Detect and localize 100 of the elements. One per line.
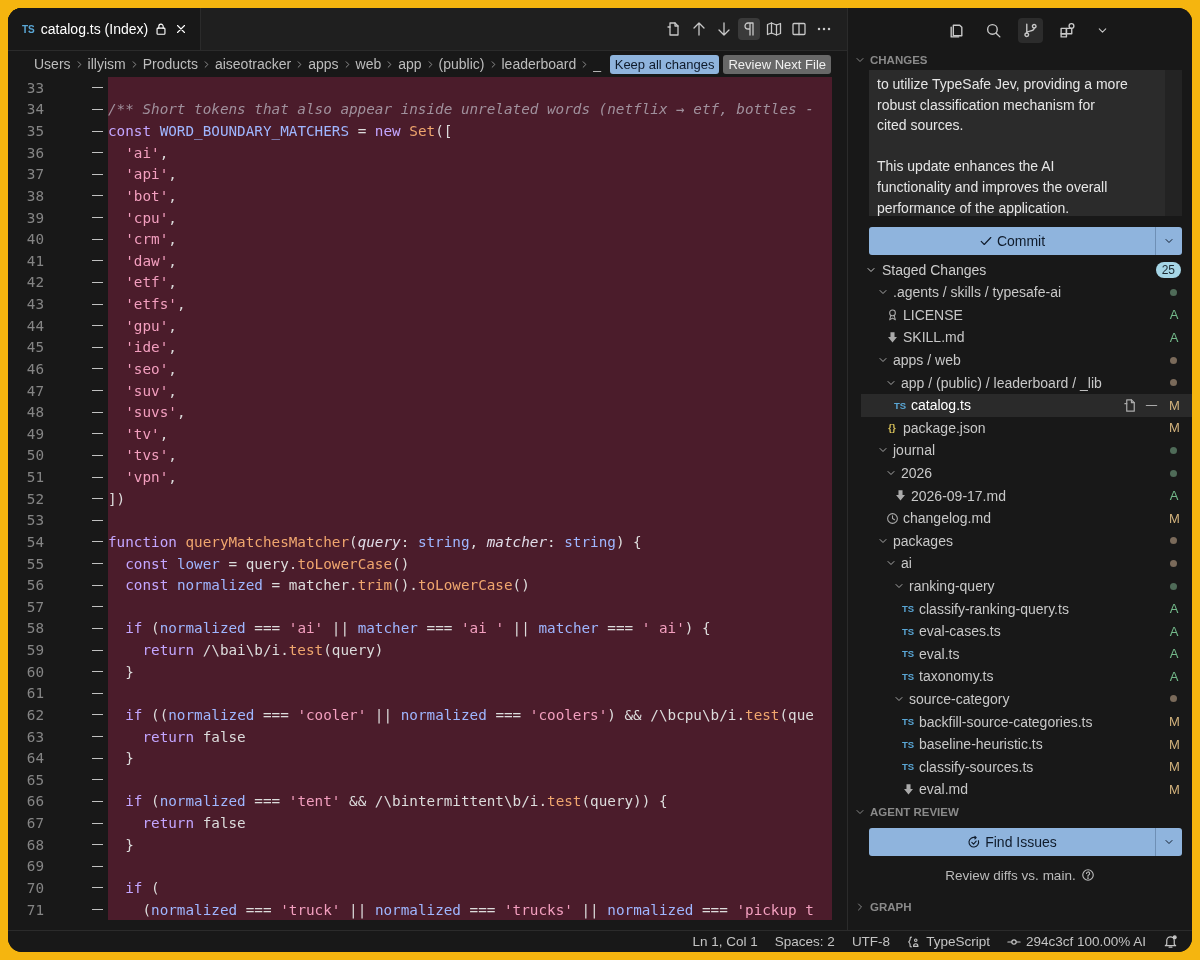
file-name[interactable]: classify-sources.ts	[919, 758, 1034, 775]
pilcrow-icon[interactable]	[738, 18, 760, 40]
line-number: 54	[25, 533, 44, 550]
breadcrumb-item[interactable]: Users	[34, 56, 71, 72]
keep-changes-button[interactable]: Keep all changes	[609, 54, 720, 74]
breadcrumb-item[interactable]: apps	[308, 56, 339, 72]
line-number: 62	[25, 706, 44, 723]
folder-name[interactable]: ranking-query	[909, 578, 995, 594]
editor-tab[interactable]: TS catalog.ts (Index)	[8, 8, 202, 50]
line-number: 59	[25, 642, 44, 659]
line-number: 43	[25, 296, 44, 313]
file-status: A	[1169, 601, 1179, 617]
line-number: 41	[25, 252, 44, 269]
line-number: 53	[25, 512, 44, 529]
language-mode[interactable]: TypeScript	[926, 934, 990, 949]
line-number: 52	[25, 490, 44, 507]
breadcrumb-item[interactable]: web	[355, 56, 382, 72]
typescript-file-icon: TS	[901, 603, 915, 615]
typescript-file-icon: TS	[901, 738, 915, 750]
file-name[interactable]: backfill-source-categories.ts	[919, 713, 1093, 730]
section-header[interactable]: CHANGES	[870, 54, 928, 66]
file-status: A	[1169, 646, 1179, 662]
line-number: 48	[25, 404, 44, 421]
line-number: 56	[25, 577, 44, 594]
typescript-file-icon: TS	[901, 648, 915, 660]
help-icon[interactable]	[1080, 868, 1095, 882]
typescript-file-icon: TS	[901, 625, 915, 637]
file-status: A	[1169, 488, 1179, 504]
line-number: 38	[25, 187, 44, 204]
typescript-file-icon: TS	[901, 761, 915, 773]
breadcrumb-item[interactable]: leaderboard	[501, 56, 577, 72]
indentation-setting[interactable]: Spaces: 2	[774, 934, 835, 949]
file-name[interactable]: package.json	[903, 419, 986, 436]
line-number: 58	[25, 620, 44, 637]
file-status: M	[1169, 420, 1179, 436]
review-next-button[interactable]: Review Next File	[723, 54, 831, 74]
section-header[interactable]: GRAPH	[870, 901, 912, 913]
braces-icon	[907, 934, 922, 949]
clock-icon	[885, 511, 899, 525]
encoding[interactable]: UTF-8	[851, 934, 891, 949]
file-name[interactable]: LICENSE	[903, 306, 963, 323]
commit-button[interactable]: Commit	[869, 227, 1182, 255]
line-number: 37	[25, 166, 44, 183]
breadcrumb-item[interactable]: app	[398, 56, 422, 72]
breadcrumb-item[interactable]: aiseotracker	[214, 56, 292, 72]
file-name[interactable]: catalog.ts	[911, 397, 971, 414]
line-number: 70	[25, 879, 44, 896]
typescript-file-icon: TS	[893, 399, 907, 411]
file-name[interactable]: baseline-heuristic.ts	[919, 736, 1043, 753]
file-status: M	[1169, 397, 1179, 413]
download-arrow-icon	[885, 331, 899, 344]
commit-info[interactable]: 294c3cf 100.00% AI	[1025, 934, 1146, 949]
source-control-icon[interactable]	[1018, 17, 1043, 43]
bell-icon[interactable]	[1163, 934, 1178, 949]
line-number: 42	[25, 274, 44, 291]
line-number: 50	[25, 447, 44, 464]
find-issues-button[interactable]: Find Issues	[869, 828, 1182, 856]
file-status: A	[1169, 307, 1179, 323]
folder-name[interactable]: source-category	[909, 691, 1010, 707]
file-name[interactable]: eval.md	[919, 781, 969, 798]
folder-name[interactable]: packages	[893, 532, 953, 549]
line-number: 47	[25, 382, 44, 399]
file-name[interactable]: eval-cases.ts	[919, 623, 1001, 640]
review-hint: Review diffs vs. main.	[945, 867, 1076, 883]
count-badge: 25	[1155, 262, 1181, 278]
group-label[interactable]: Staged Changes	[882, 262, 987, 278]
file-name[interactable]: changelog.md	[903, 510, 991, 527]
download-arrow-icon	[901, 782, 915, 796]
line-number: 40	[25, 231, 44, 248]
folder-name[interactable]: app / (public) / leaderboard / _lib	[901, 374, 1102, 391]
breadcrumb-item[interactable]: Products	[142, 56, 198, 72]
line-number: 33	[25, 79, 44, 96]
file-name[interactable]: SKILL.md	[903, 329, 965, 346]
file-name[interactable]: eval.ts	[919, 645, 960, 662]
open-file-icon[interactable]	[1123, 397, 1138, 413]
line-number: 68	[25, 836, 44, 853]
folder-name[interactable]: journal	[893, 442, 936, 459]
folder-name[interactable]: 2026	[901, 465, 933, 482]
line-number: 39	[25, 209, 44, 226]
line-number: 66	[25, 793, 44, 810]
folder-name[interactable]: .agents / skills / typesafe-ai	[893, 284, 1062, 301]
breadcrumb-item[interactable]: _	[593, 56, 602, 72]
breadcrumb-item[interactable]: illyism	[87, 56, 126, 72]
line-number: 60	[25, 663, 44, 680]
line-number: 64	[25, 750, 44, 767]
file-status: M	[1169, 759, 1179, 775]
line-number: 71	[25, 901, 44, 918]
breadcrumb-item[interactable]: (public)	[438, 56, 485, 72]
json-file-icon: {}	[885, 422, 899, 434]
file-name[interactable]: taxonomy.ts	[919, 668, 994, 685]
cursor-position[interactable]: Ln 1, Col 1	[692, 934, 758, 949]
file-name[interactable]: 2026-09-17.md	[911, 487, 1006, 504]
line-number: 61	[25, 685, 44, 702]
line-number: 36	[25, 144, 44, 161]
section-header[interactable]: AGENT REVIEW	[870, 806, 959, 818]
folder-name[interactable]: ai	[901, 555, 912, 572]
file-status: M	[1169, 714, 1179, 730]
line-number: 49	[25, 425, 44, 442]
file-name[interactable]: classify-ranking-query.ts	[919, 600, 1069, 617]
folder-name[interactable]: apps / web	[893, 352, 961, 369]
